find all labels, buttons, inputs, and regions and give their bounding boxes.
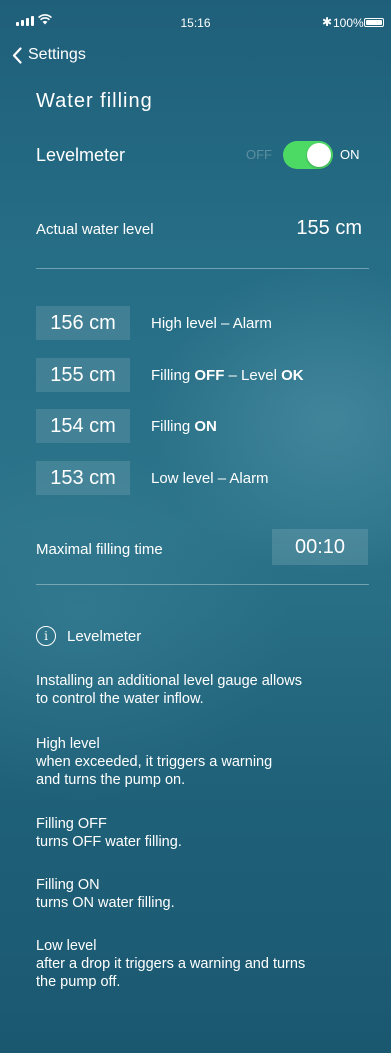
info-intro: Installing an additional level gauge all… bbox=[36, 672, 376, 708]
levelmeter-toggle[interactable] bbox=[283, 141, 333, 169]
info-intro-line: Installing an additional level gauge all… bbox=[36, 673, 303, 689]
filling-on-label: Filling ON bbox=[151, 418, 217, 435]
info-filling-off: Filling OFF turns OFF water filling. bbox=[36, 815, 376, 851]
info-heading: Filling ON bbox=[36, 877, 100, 893]
status-bar: 15:16 ✱ 100% bbox=[0, 0, 391, 36]
info-line: turns OFF water filling. bbox=[36, 834, 182, 850]
bluetooth-icon: ✱ bbox=[322, 15, 333, 29]
info-title: Levelmeter bbox=[67, 628, 142, 645]
filling-on-value-input[interactable]: 154 cm bbox=[36, 409, 130, 443]
actual-level-value: 155 cm bbox=[296, 217, 362, 239]
actual-level-label: Actual water level bbox=[36, 221, 154, 238]
filling-off-text-2: OFF bbox=[194, 367, 225, 384]
toggle-on-label: ON bbox=[340, 147, 360, 162]
low-level-value-input[interactable]: 153 cm bbox=[36, 461, 130, 495]
info-line: when exceeded, it triggers a warning bbox=[36, 754, 273, 770]
toggle-off-label: OFF bbox=[246, 147, 272, 162]
high-level-value-input[interactable]: 156 cm bbox=[36, 306, 130, 340]
battery-percentage: 100% bbox=[333, 16, 364, 30]
back-label: Settings bbox=[28, 46, 86, 63]
info-line: and turns the pump on. bbox=[36, 772, 186, 788]
info-heading: Low level bbox=[36, 938, 97, 954]
info-line: turns ON water filling. bbox=[36, 895, 175, 911]
filling-on-text-1: Filling bbox=[151, 418, 195, 435]
info-low-level: Low level after a drop it triggers a war… bbox=[36, 937, 376, 991]
divider bbox=[36, 584, 369, 585]
info-icon: i bbox=[36, 626, 56, 646]
chevron-left-icon bbox=[12, 46, 22, 64]
filling-off-label: Filling OFF – Level OK bbox=[151, 367, 304, 384]
battery-icon bbox=[364, 18, 384, 27]
filling-on-text-2: ON bbox=[194, 418, 217, 435]
high-level-text: High level – Alarm bbox=[151, 315, 272, 332]
info-heading: High level bbox=[36, 736, 100, 752]
info-filling-on: Filling ON turns ON water filling. bbox=[36, 876, 376, 912]
filling-off-value-input[interactable]: 155 cm bbox=[36, 358, 130, 392]
toggle-knob bbox=[307, 143, 331, 167]
filling-off-text-3: – Level bbox=[224, 367, 282, 384]
info-line: the pump off. bbox=[36, 974, 121, 990]
back-button[interactable]: Settings bbox=[12, 46, 86, 64]
info-high-level: High level when exceeded, it triggers a … bbox=[36, 735, 376, 789]
levelmeter-label: Levelmeter bbox=[36, 145, 126, 165]
max-filling-time-input[interactable]: 00:10 bbox=[272, 529, 368, 565]
low-level-label: Low level – Alarm bbox=[151, 470, 269, 487]
info-heading: Filling OFF bbox=[36, 816, 107, 832]
info-intro-line: to control the water inflow. bbox=[36, 691, 204, 707]
info-line: after a drop it triggers a warning and t… bbox=[36, 956, 306, 972]
max-filling-time-label: Maximal filling time bbox=[36, 541, 163, 558]
high-level-label: High level – Alarm bbox=[151, 315, 272, 332]
low-level-text: Low level – Alarm bbox=[151, 470, 269, 487]
filling-off-text-4: OK bbox=[281, 367, 304, 384]
divider bbox=[36, 268, 369, 269]
page-title: Water filling bbox=[36, 90, 153, 112]
filling-off-text-1: Filling bbox=[151, 367, 195, 384]
